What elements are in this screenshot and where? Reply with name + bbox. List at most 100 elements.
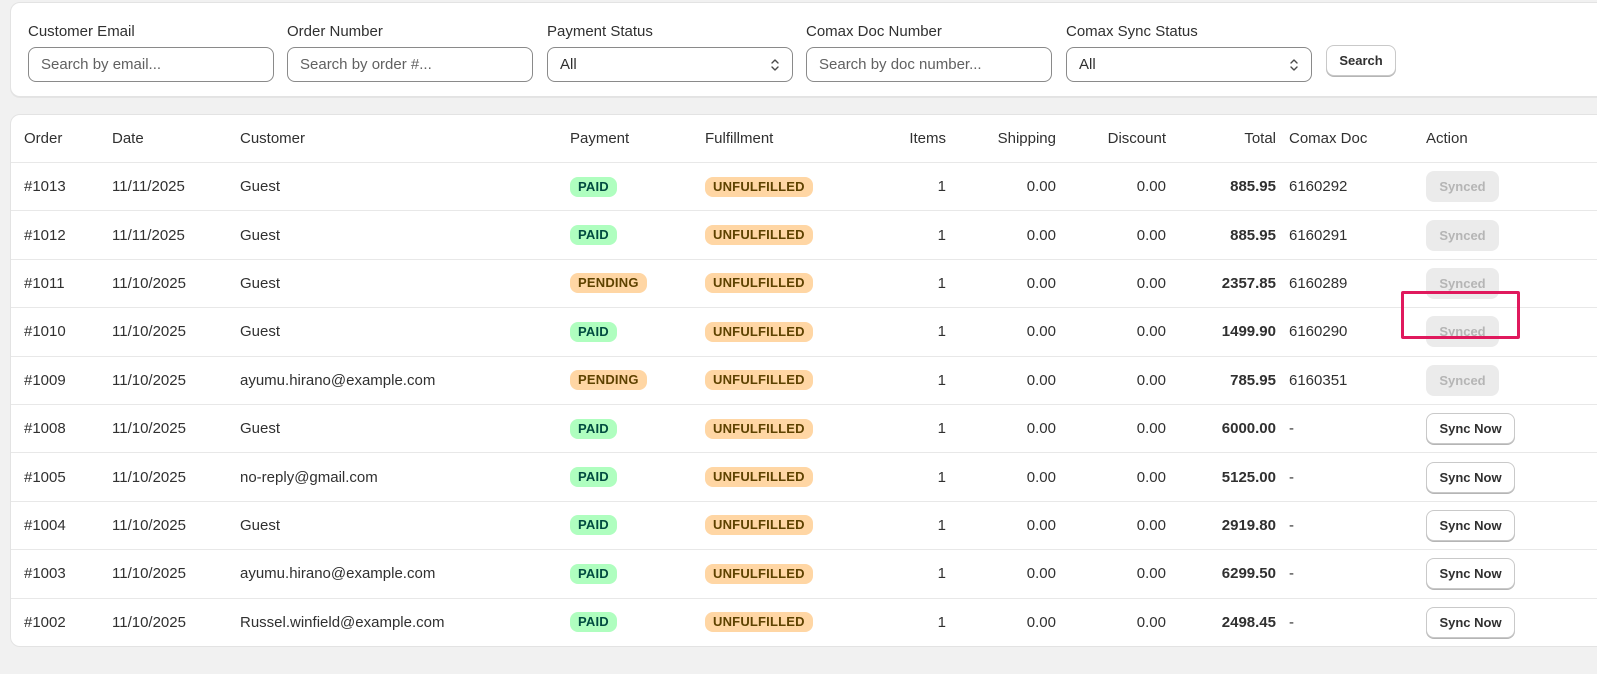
header-total: Total (1244, 130, 1276, 147)
fulfillment-cell: UNFULFILLED (705, 308, 855, 355)
payment-cell: PAID (570, 211, 700, 258)
total-amount: 6299.50 (1221, 565, 1276, 583)
customer: Guest (240, 420, 281, 438)
table-row: #1005 11/10/2025 no-reply@gmail.com PAID UNF… (11, 453, 1597, 502)
total-amount: 1499.90 (1221, 323, 1276, 341)
payment-filter: Payment Status All (547, 22, 793, 82)
discount-amount: 0.00 (1136, 613, 1166, 631)
payment-status-badge: PAID (570, 563, 617, 584)
comax-doc-number: - (1289, 565, 1294, 583)
sync-status-select[interactable]: All (1066, 47, 1312, 82)
order-search-input[interactable] (287, 47, 533, 82)
synced-button: Synced (1426, 364, 1499, 396)
sync-filter: Comax Sync Status All (1066, 22, 1312, 82)
payment-cell: PAID (570, 502, 700, 549)
chevron-up-down-icon (1290, 59, 1298, 71)
items-count: 1 (937, 274, 946, 292)
synced-button: Synced (1426, 219, 1499, 251)
order-date: 11/10/2025 (112, 371, 186, 389)
payment-status-value: All (560, 56, 577, 73)
doc-search-input[interactable] (806, 47, 1052, 82)
sync-now-button[interactable]: Sync Now (1426, 461, 1515, 493)
comax-doc-number: - (1289, 468, 1294, 486)
customer: Guest (240, 323, 281, 341)
fulfillment-status-badge: UNFULFILLED (705, 225, 813, 246)
fulfillment-cell: UNFULFILLED (705, 453, 855, 500)
fulfillment-status-badge: UNFULFILLED (705, 467, 813, 488)
search-button[interactable]: Search (1326, 45, 1396, 76)
action-cell: Synced (1426, 308, 1566, 355)
sync-now-button[interactable]: Sync Now (1426, 558, 1515, 590)
table-row: #1008 11/10/2025 Guest PAID UNFULFILLED 1 0.00… (11, 405, 1597, 454)
email-search-input[interactable] (28, 47, 274, 82)
sync-now-button[interactable]: Sync Now (1426, 413, 1515, 445)
total-amount: 885.95 (1230, 226, 1276, 244)
order-date: 11/10/2025 (112, 516, 186, 534)
fulfillment-cell: UNFULFILLED (705, 163, 855, 210)
comax-doc-number: 6160289 (1289, 274, 1348, 292)
shipping-amount: 0.00 (1026, 468, 1056, 486)
email-filter: Customer Email (28, 22, 274, 82)
order-number: #1010 (24, 323, 66, 341)
comax-doc-number: 6160351 (1289, 371, 1348, 389)
discount-amount: 0.00 (1136, 178, 1166, 196)
order-number: #1004 (24, 516, 66, 534)
payment-status-badge: PAID (570, 321, 617, 342)
order-number: #1002 (24, 613, 66, 631)
comax-doc-number: 6160290 (1289, 323, 1348, 341)
comax-doc-number: 6160291 (1289, 226, 1348, 244)
order-date: 11/10/2025 (112, 274, 186, 292)
total-amount: 5125.00 (1221, 468, 1276, 486)
table-row: #1011 11/10/2025 Guest PENDING UNFULFILLED 1 0… (11, 260, 1597, 309)
items-count: 1 (937, 371, 946, 389)
payment-cell: PENDING (570, 357, 700, 404)
comax-doc-number: - (1289, 516, 1294, 534)
sync-now-button[interactable]: Sync Now (1426, 606, 1515, 638)
header-date: Date (112, 130, 144, 147)
discount-amount: 0.00 (1136, 274, 1166, 292)
customer: Guest (240, 274, 281, 292)
sync-now-button[interactable]: Sync Now (1426, 509, 1515, 541)
payment-status-badge: PAID (570, 515, 617, 536)
shipping-amount: 0.00 (1026, 323, 1056, 341)
items-count: 1 (937, 565, 946, 583)
order-date: 11/10/2025 (112, 565, 186, 583)
table-row: #1004 11/10/2025 Guest PAID UNFULFILLED 1 0.00… (11, 502, 1597, 551)
order-number: #1003 (24, 565, 66, 583)
payment-cell: PAID (570, 405, 700, 452)
action-cell: Sync Now (1426, 405, 1566, 452)
fulfillment-cell: UNFULFILLED (705, 550, 855, 597)
fulfillment-status-badge: UNFULFILLED (705, 273, 813, 294)
fulfillment-status-badge: UNFULFILLED (705, 176, 813, 197)
items-count: 1 (937, 516, 946, 534)
payment-status-badge: PAID (570, 418, 617, 439)
payment-status-badge: PAID (570, 612, 617, 633)
items-count: 1 (937, 226, 946, 244)
table-row: #1009 11/10/2025 ayumu.hirano@example.com P… (11, 357, 1597, 405)
total-amount: 2357.85 (1221, 274, 1276, 292)
customer: Guest (240, 178, 281, 196)
customer: no-reply@gmail.com (240, 468, 378, 486)
shipping-amount: 0.00 (1026, 371, 1056, 389)
shipping-amount: 0.00 (1026, 274, 1056, 292)
order-date: 11/10/2025 (112, 323, 186, 341)
fulfillment-status-badge: UNFULFILLED (705, 418, 813, 439)
header-payment: Payment (570, 130, 630, 147)
customer: ayumu.hirano@example.com (240, 371, 436, 389)
total-amount: 2919.80 (1221, 516, 1276, 534)
order-number: #1013 (24, 178, 66, 196)
action-cell: Synced (1426, 211, 1566, 258)
synced-button: Synced (1426, 171, 1499, 203)
header-items: Items (909, 130, 946, 147)
action-cell: Sync Now (1426, 550, 1566, 597)
header-shipping: Shipping (997, 130, 1056, 147)
action-cell: Synced (1426, 357, 1566, 404)
order-filter-label: Order Number (287, 23, 383, 40)
order-number: #1011 (24, 274, 65, 292)
table-body: #1013 11/11/2025 Guest PAID UNFULFILLED 1 0.00… (11, 163, 1597, 646)
payment-status-select[interactable]: All (547, 47, 793, 82)
fulfillment-cell: UNFULFILLED (705, 211, 855, 258)
payment-cell: PAID (570, 308, 700, 355)
header-discount: Discount (1107, 130, 1166, 147)
order-date: 11/10/2025 (112, 468, 186, 486)
